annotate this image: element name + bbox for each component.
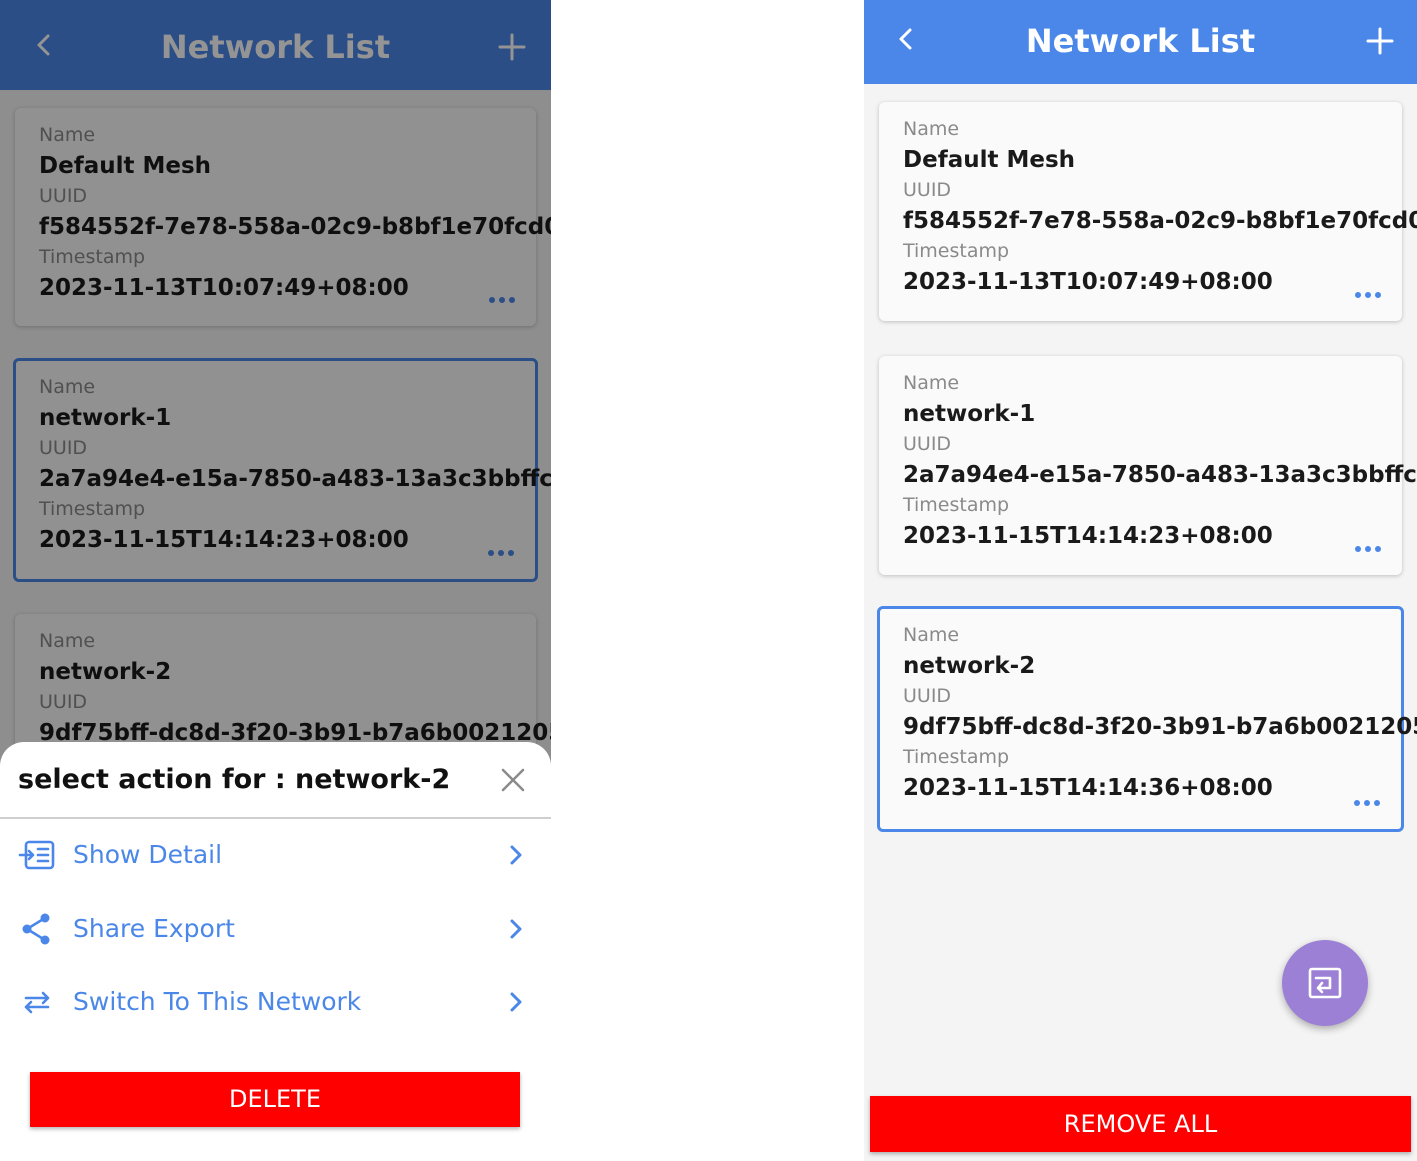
- action-share-export[interactable]: Share Export: [0, 901, 551, 957]
- chevron-right-icon: [510, 919, 522, 939]
- right-screen: Network List Name Default Mesh UUID f584…: [864, 0, 1417, 1161]
- chevron-right-icon: [510, 845, 522, 865]
- network-name: network-2: [903, 653, 1036, 679]
- app-bar: Network List: [864, 0, 1417, 84]
- action-switch-network[interactable]: Switch To This Network: [0, 974, 551, 1030]
- name-label: Name: [903, 372, 960, 394]
- timestamp-label: Timestamp: [903, 746, 1010, 768]
- action-show-detail[interactable]: Show Detail: [0, 827, 551, 883]
- more-icon[interactable]: [1354, 291, 1382, 299]
- import-fab-button[interactable]: [1282, 940, 1368, 1026]
- network-timestamp: 2023-11-15T14:14:23+08:00: [903, 523, 1273, 549]
- chevron-right-icon: [510, 992, 522, 1012]
- more-icon[interactable]: [1353, 799, 1381, 807]
- import-icon: [1308, 967, 1342, 999]
- action-label: Show Detail: [73, 840, 223, 869]
- network-name: network-1: [903, 401, 1036, 427]
- action-label: Share Export: [73, 914, 235, 943]
- network-name: Default Mesh: [903, 147, 1076, 173]
- name-label: Name: [903, 624, 960, 646]
- name-label: Name: [903, 118, 960, 140]
- left-screen: Network List Name Default Mesh UUID f584…: [0, 0, 551, 1161]
- action-bottom-sheet: select action for : network-2 Show Detai…: [0, 742, 551, 1161]
- uuid-label: UUID: [903, 433, 952, 455]
- divider: [0, 817, 551, 819]
- network-card-network-1[interactable]: Name network-1 UUID 2a7a94e4-e15a-7850-a…: [879, 356, 1417, 575]
- swap-icon: [24, 991, 50, 1014]
- detail-icon: [18, 840, 55, 870]
- delete-button[interactable]: DELETE: [30, 1072, 520, 1127]
- share-icon: [22, 913, 50, 945]
- network-card-network-2[interactable]: Name network-2 UUID 9df75bff-dc8d-3f20-3…: [877, 606, 1417, 832]
- uuid-label: UUID: [903, 179, 952, 201]
- more-icon[interactable]: [1354, 545, 1382, 553]
- timestamp-label: Timestamp: [903, 240, 1010, 262]
- uuid-label: UUID: [903, 685, 952, 707]
- page-title: Network List: [1025, 22, 1256, 60]
- network-uuid: f584552f-7e78-558a-02c9-b8bf1e70fcd0: [903, 208, 1417, 234]
- network-card-default-mesh[interactable]: Name Default Mesh UUID f584552f-7e78-558…: [879, 102, 1417, 321]
- remove-all-button[interactable]: REMOVE ALL: [870, 1096, 1411, 1152]
- action-label: Switch To This Network: [73, 987, 362, 1016]
- network-timestamp: 2023-11-15T14:14:36+08:00: [903, 775, 1273, 801]
- add-icon[interactable]: [1365, 26, 1395, 56]
- network-timestamp: 2023-11-13T10:07:49+08:00: [903, 269, 1273, 295]
- network-uuid: 2a7a94e4-e15a-7850-a483-13a3c3bbffc1: [903, 462, 1417, 488]
- sheet-title: select action for : network-2: [18, 764, 451, 795]
- close-icon[interactable]: [501, 768, 525, 792]
- network-uuid: 9df75bff-dc8d-3f20-3b91-b7a6b0021205: [903, 714, 1417, 740]
- timestamp-label: Timestamp: [903, 494, 1010, 516]
